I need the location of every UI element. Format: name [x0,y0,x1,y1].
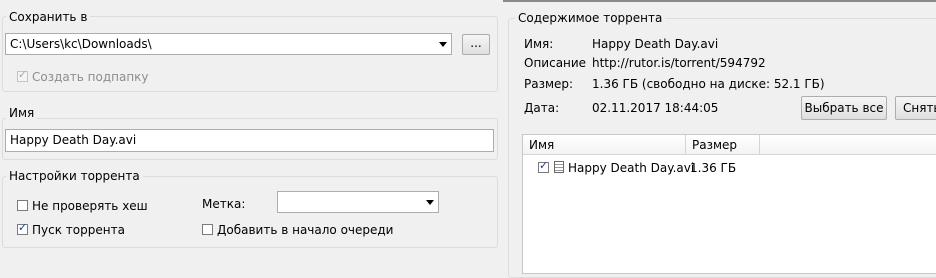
name-group-title: Имя [6,106,38,120]
info-size-key: Размер: [524,77,574,91]
browse-button[interactable]: ... [462,34,490,55]
skip-hash-label: Не проверять хеш [32,199,148,213]
info-size-value: 1.36 ГБ (свободно на диске: 52.1 ГБ) [592,77,825,91]
column-header-size[interactable]: Размер [686,135,760,155]
info-date-key: Дата: [524,101,560,115]
checkmark-icon: ✓ [539,159,549,172]
add-to-top-label: Добавить в начало очереди [217,223,394,237]
torrent-settings-title: Настройки торрента [6,169,143,183]
select-all-button[interactable]: Выбрать все [801,96,887,120]
file-name: Happy Death Day.avi [568,161,695,175]
chevron-down-icon[interactable] [426,200,434,205]
file-size: 1.36 ГБ [690,161,737,175]
save-path-value: C:\Users\kc\Downloads\ [10,37,152,51]
checkmark-icon: ✓ [18,221,28,234]
skip-hash-checkbox[interactable] [17,200,28,211]
info-date-value: 02.11.2017 18:44:05 [592,101,719,115]
window-edge [503,0,936,2]
file-checkbox[interactable]: ✓ [538,159,549,173]
file-icon [554,161,564,173]
file-row[interactable]: ✓ Happy Death Day.avi 1.36 ГБ [523,159,936,177]
file-list[interactable]: Имя Размер ✓ Happy Death Day.avi 1.36 ГБ [522,134,936,274]
info-description-value: http://rutor.is/torrent/594792 [592,56,766,70]
save-path-combobox[interactable]: C:\Users\kc\Downloads\ [5,33,452,55]
column-header-filler [760,135,936,155]
deselect-all-button[interactable]: Снять [895,96,936,120]
column-header-name[interactable]: Имя [523,135,686,155]
label-caption: Метка: [202,197,246,211]
contents-title: Содержимое торрента [515,11,666,25]
start-torrent-checkbox[interactable]: ✓ [17,221,28,235]
create-subfolder-checkbox[interactable]: ✓ [17,68,28,82]
start-torrent-label: Пуск торрента [32,223,125,237]
save-to-title: Сохранить в [6,10,91,24]
chevron-down-icon[interactable] [439,42,447,47]
info-name-value: Happy Death Day.avi [592,37,719,51]
torrent-name-value: Happy Death Day.avi [10,133,137,147]
torrent-name-input[interactable]: Happy Death Day.avi [5,129,494,152]
info-name-key: Имя: [524,37,554,51]
add-to-top-checkbox[interactable] [202,224,213,235]
label-combobox[interactable] [277,191,439,213]
info-description-key: Описание [524,56,587,70]
create-subfolder-label: Создать подпапку [32,70,149,84]
checkmark-icon: ✓ [18,68,28,81]
